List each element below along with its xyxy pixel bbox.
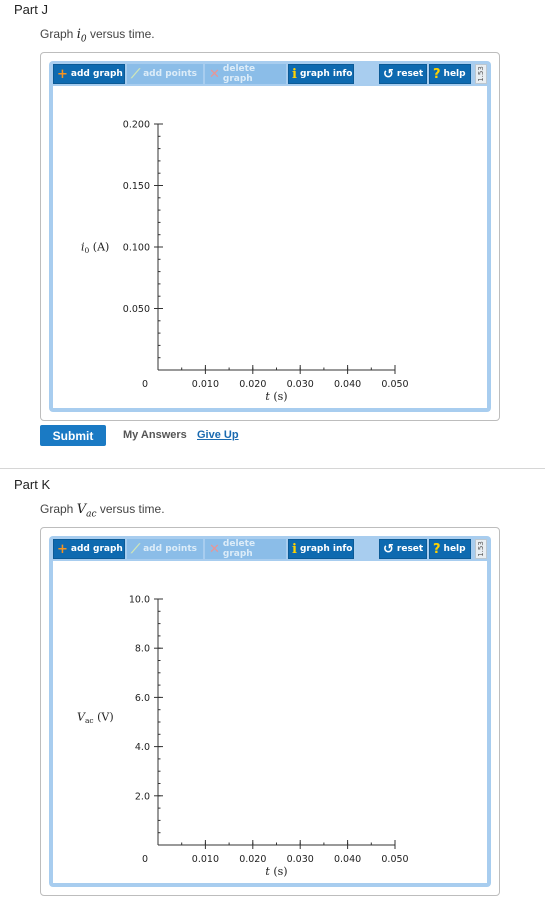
add-points-button[interactable]: ⟋ add points xyxy=(127,539,203,559)
submit-button[interactable]: Submit xyxy=(40,425,106,446)
x-axis-label: t (s) xyxy=(265,390,287,403)
section-divider xyxy=(0,468,545,469)
x-tick-label: 0.020 xyxy=(239,854,266,865)
x-tick-label: 0 xyxy=(142,854,148,865)
y-axis-label: Vac (V) xyxy=(77,711,114,726)
info-icon: i xyxy=(292,66,297,82)
y-tick-label: 0.200 xyxy=(123,120,150,131)
delete-icon: ✕ xyxy=(209,541,220,557)
delete-icon: ✕ xyxy=(209,66,220,82)
points-icon: ⟋ xyxy=(131,66,141,82)
x-tick-label: 0.030 xyxy=(287,854,314,865)
help-icon: ? xyxy=(433,541,441,557)
reset-button[interactable]: ↺ reset xyxy=(379,539,427,559)
graph-tool-j: + add graph ⟋ add points ✕ delete graph i gr… xyxy=(40,52,500,421)
reset-button[interactable]: ↺ reset xyxy=(379,64,427,84)
y-tick-label: 0.100 xyxy=(123,243,150,254)
graph-toolbar: + add graph ⟋ add points ✕ delete graph i gr… xyxy=(53,64,487,84)
my-answers-link[interactable]: My Answers xyxy=(123,429,187,441)
x-tick-label: 0.040 xyxy=(334,379,361,390)
prompt-suffix: versus time. xyxy=(99,502,165,516)
y-tick-label: 4.0 xyxy=(135,742,150,753)
points-icon: ⟋ xyxy=(131,541,141,557)
plus-icon: + xyxy=(57,541,68,557)
part-j-title: Part J xyxy=(14,2,48,17)
part-k-prompt: Graph Vac versus time. xyxy=(40,502,165,520)
y-tick-label: 2.0 xyxy=(135,791,150,802)
part-j-prompt: Graph i0 versus time. xyxy=(40,27,155,45)
plus-icon: + xyxy=(57,66,68,82)
prompt-variable: i0 xyxy=(76,27,87,45)
x-tick-label: 0.010 xyxy=(192,854,219,865)
graph-info-button[interactable]: i graph info xyxy=(288,64,354,84)
graph-canvas[interactable]: 0 0.010 0.020 0.030 0.040 0.050 0.050 0.100 0.15… xyxy=(53,86,487,408)
graph-toolbar: + add graph ⟋ add points ✕ delete graph i gr… xyxy=(53,539,487,559)
x-tick-label: 0.050 xyxy=(381,379,408,390)
version-badge: 1.53 xyxy=(475,539,487,559)
help-button[interactable]: ? help xyxy=(429,539,471,559)
delete-graph-button[interactable]: ✕ delete graph xyxy=(205,64,286,84)
x-axis-label: t (s) xyxy=(265,865,287,878)
y-tick-label: 6.0 xyxy=(135,693,150,704)
give-up-link[interactable]: Give Up xyxy=(197,429,239,441)
y-tick-label: 10.0 xyxy=(129,595,150,606)
info-icon: i xyxy=(292,541,297,557)
prompt-variable: Vac xyxy=(76,502,97,520)
reset-icon: ↺ xyxy=(383,541,394,557)
y-axis-label: i0 (A) xyxy=(81,241,109,256)
graph-tool-inner: + add graph ⟋ add points ✕ delete graph i gr… xyxy=(49,61,491,412)
prompt-prefix: Graph xyxy=(40,502,74,516)
graph-info-button[interactable]: i graph info xyxy=(288,539,354,559)
x-tick-label: 0.010 xyxy=(192,379,219,390)
chart-vac-vs-time[interactable]: 0 0.010 0.020 0.030 0.040 0.050 2.0 4.0 6.0 8.0 10… xyxy=(53,561,489,884)
delete-graph-button[interactable]: ✕ delete graph xyxy=(205,539,286,559)
x-tick-label: 0.030 xyxy=(287,379,314,390)
y-tick-label: 0.150 xyxy=(123,181,150,192)
x-tick-label: 0.020 xyxy=(239,379,266,390)
graph-canvas[interactable]: 0 0.010 0.020 0.030 0.040 0.050 2.0 4.0 6.0 8.0 10… xyxy=(53,561,487,883)
graph-tool-inner: + add graph ⟋ add points ✕ delete graph i gr… xyxy=(49,536,491,887)
x-tick-label: 0 xyxy=(142,379,148,390)
part-k-title: Part K xyxy=(14,477,51,492)
add-points-button[interactable]: ⟋ add points xyxy=(127,64,203,84)
add-graph-button[interactable]: + add graph xyxy=(53,64,125,84)
y-tick-label: 0.050 xyxy=(123,304,150,315)
version-badge: 1.53 xyxy=(475,64,487,84)
help-icon: ? xyxy=(433,66,441,82)
prompt-prefix: Graph xyxy=(40,27,74,41)
add-graph-button[interactable]: + add graph xyxy=(53,539,125,559)
chart-i0-vs-time[interactable]: 0 0.010 0.020 0.030 0.040 0.050 0.050 0.100 0.15… xyxy=(53,86,489,409)
graph-tool-k: + add graph ⟋ add points ✕ delete graph i gr… xyxy=(40,527,500,896)
prompt-suffix: versus time. xyxy=(89,27,155,41)
x-tick-label: 0.050 xyxy=(381,854,408,865)
help-button[interactable]: ? help xyxy=(429,64,471,84)
y-tick-label: 8.0 xyxy=(135,644,150,655)
x-tick-label: 0.040 xyxy=(334,854,361,865)
reset-icon: ↺ xyxy=(383,66,394,82)
